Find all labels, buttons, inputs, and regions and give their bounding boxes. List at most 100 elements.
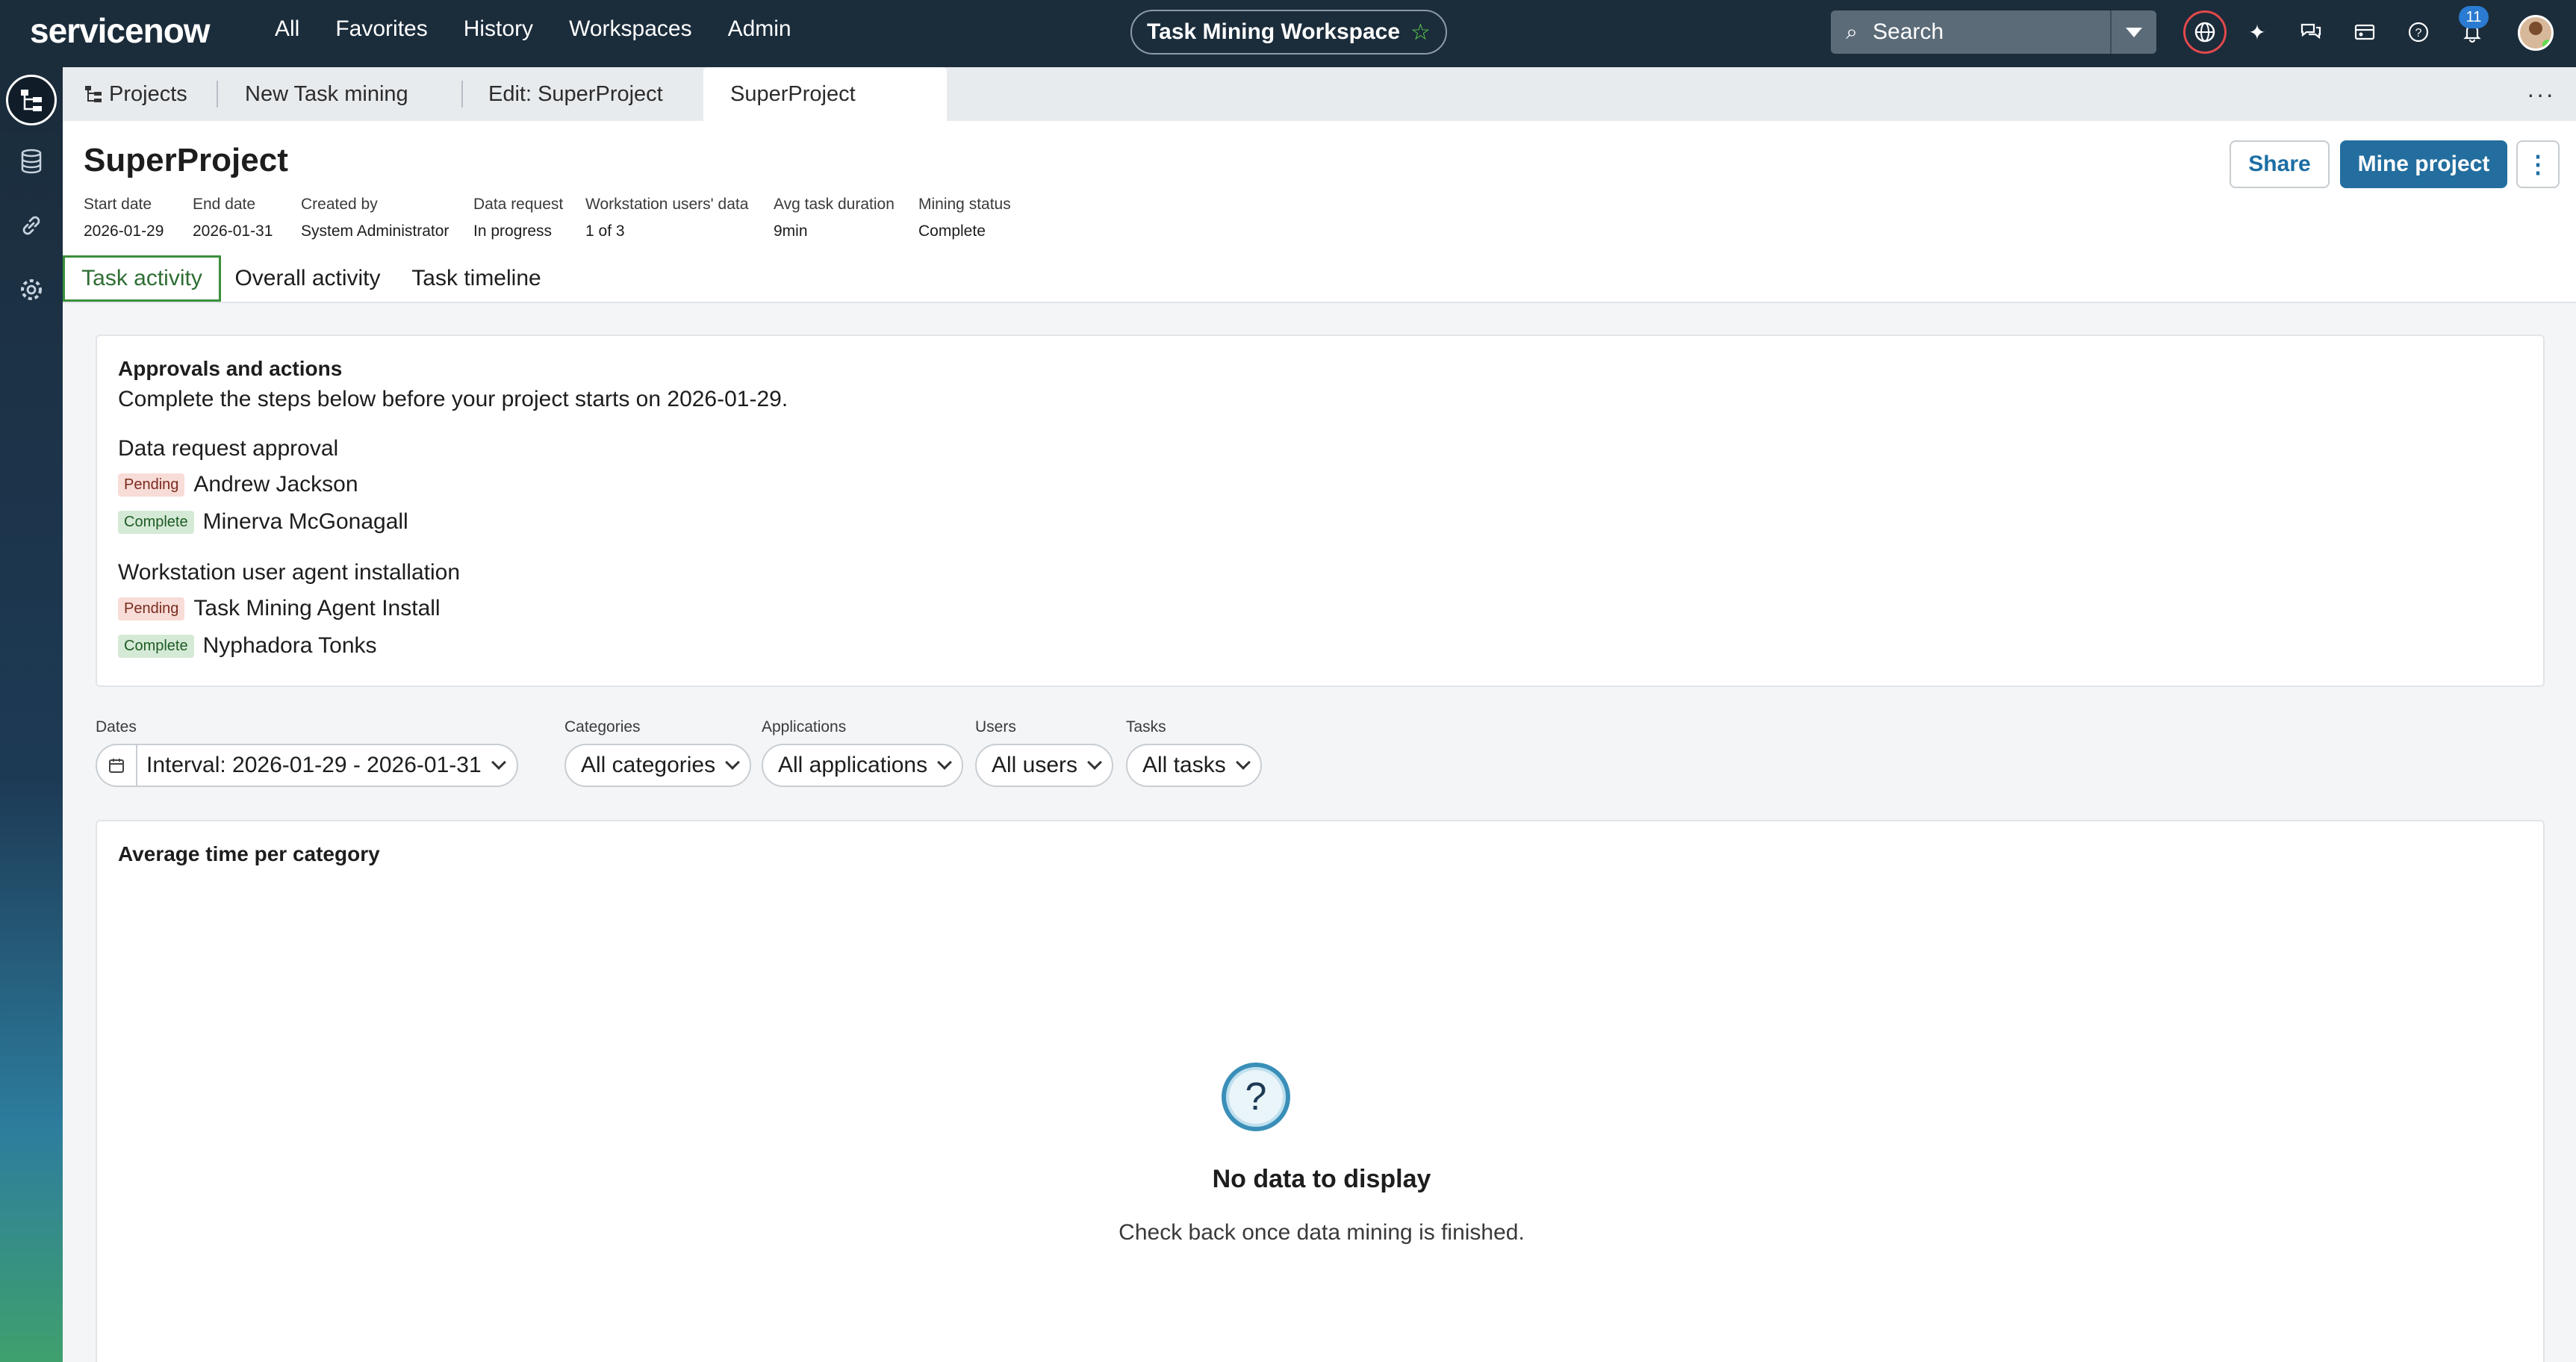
meta-workstation-users: Workstation users' data 1 of 3	[585, 196, 748, 240]
notification-count-badge: 11	[2459, 6, 2489, 28]
section-heading: Data request approval	[118, 436, 339, 461]
tab-overall-activity[interactable]: Overall activity	[230, 255, 385, 302]
tab-label: New Task mining	[245, 81, 408, 106]
menu-admin[interactable]: Admin	[728, 16, 791, 42]
menu-workspaces[interactable]: Workspaces	[569, 16, 692, 42]
chat-icon[interactable]	[2294, 15, 2328, 49]
tab-task-activity[interactable]: Task activity	[63, 255, 221, 302]
top-navigation: servicenow All Favorites History Workspa…	[0, 0, 2576, 67]
global-search[interactable]: ⌕ Search	[1831, 10, 2156, 54]
filter-users: Users All users	[975, 718, 1114, 787]
filter-tasks: Tasks All tasks	[1126, 718, 1262, 787]
meta-label: Avg task duration	[774, 196, 895, 213]
tab-task-timeline[interactable]: Task timeline	[403, 255, 550, 302]
meta-created-by: Created by System Administrator	[301, 196, 449, 240]
caret-down-icon	[2126, 27, 2142, 37]
share-button[interactable]: Share	[2230, 140, 2330, 188]
meta-value: System Administrator	[301, 223, 449, 240]
approvals-description: Complete the steps below before your pro…	[118, 387, 788, 411]
page-title: SuperProject	[84, 142, 288, 178]
meta-label: Mining status	[918, 196, 1011, 213]
select-value: All categories	[581, 753, 716, 777]
filter-dates: Dates Interval: 2026-01-29 - 2026-01-31	[96, 718, 518, 787]
filter-label: Dates	[96, 718, 137, 736]
workspace-title: Task Mining Workspace	[1147, 19, 1401, 44]
status-badge: Pending	[118, 473, 185, 497]
meta-value: 9min	[774, 223, 808, 240]
list-item: Complete Nyphadora Tonks	[118, 633, 377, 659]
applications-select[interactable]: All applications	[762, 744, 964, 787]
status-badge: Pending	[118, 597, 185, 621]
meta-label: Start date	[84, 196, 152, 213]
project-header: SuperProject Start date 2026-01-29 End d…	[63, 121, 2576, 303]
categories-select[interactable]: All categories	[564, 744, 752, 787]
favorite-star-icon[interactable]: ☆	[1410, 19, 1431, 46]
tab-superproject[interactable]: SuperProject	[703, 67, 947, 121]
tab-label: Projects	[109, 81, 187, 106]
workspace-tab-strip: Projects New Task mining Edit: SuperProj…	[63, 67, 2576, 121]
meta-label: Created by	[301, 196, 378, 213]
status-badge: Complete	[118, 510, 194, 534]
meta-label: End date	[193, 196, 256, 213]
menu-history[interactable]: History	[464, 16, 533, 42]
mine-project-button[interactable]: Mine project	[2340, 140, 2507, 188]
chevron-down-icon	[1087, 755, 1102, 770]
filter-label: Applications	[762, 718, 847, 736]
item-name: Andrew Jackson	[193, 472, 358, 497]
servicenow-logo[interactable]: servicenow	[30, 10, 211, 51]
meta-mining-status: Mining status Complete	[918, 196, 1011, 240]
chevron-down-icon	[725, 755, 740, 770]
link-icon[interactable]	[10, 205, 52, 246]
presence-dot	[2542, 40, 2551, 49]
list-item: Pending Andrew Jackson	[118, 472, 358, 497]
menu-all[interactable]: All	[275, 16, 299, 42]
tasks-select[interactable]: All tasks	[1126, 744, 1262, 787]
select-value: All applications	[778, 753, 928, 777]
meta-value: 2026-01-31	[193, 223, 273, 240]
help-icon[interactable]: ?	[2401, 15, 2436, 49]
sparkle-icon[interactable]: ✦	[2240, 15, 2274, 49]
filter-categories: Categories All categories	[564, 718, 752, 787]
meta-start-date: Start date 2026-01-29	[84, 196, 164, 240]
gear-icon[interactable]	[10, 269, 52, 311]
meta-label: Workstation users' data	[585, 196, 749, 213]
tab-edit-superproject[interactable]: Edit: SuperProject	[464, 67, 715, 121]
svg-text:?: ?	[2415, 27, 2422, 40]
globe-icon[interactable]	[2183, 10, 2227, 54]
item-name: Minerva McGonagall	[202, 509, 408, 534]
status-badge: Complete	[118, 634, 194, 658]
dates-select[interactable]: Interval: 2026-01-29 - 2026-01-31	[96, 744, 518, 787]
list-item: Pending Task Mining Agent Install	[118, 596, 441, 621]
question-icon: ?	[1222, 1063, 1290, 1131]
search-icon: ⌕	[1846, 19, 1858, 43]
select-value: Interval: 2026-01-29 - 2026-01-31	[146, 753, 482, 777]
more-tabs-icon[interactable]: ···	[2527, 81, 2555, 108]
tab-label: Edit: SuperProject	[488, 81, 663, 106]
card-icon[interactable]	[2348, 15, 2382, 49]
empty-state-text: Check back once data mining is finished.	[1119, 1220, 1525, 1245]
left-rail	[0, 67, 63, 1362]
list-item: Complete Minerva McGonagall	[118, 509, 408, 535]
tab-projects[interactable]: Projects	[72, 67, 218, 121]
workspace-title-pill[interactable]: Task Mining Workspace ☆	[1130, 10, 1447, 55]
hierarchy-icon[interactable]	[6, 75, 57, 125]
approvals-card: Approvals and actions Complete the steps…	[96, 335, 2545, 687]
search-scope-dropdown[interactable]	[2110, 10, 2156, 54]
search-input[interactable]: Search	[1873, 19, 2110, 45]
filter-applications: Applications All applications	[762, 718, 964, 787]
meta-data-request: Data request In progress	[473, 196, 563, 240]
tab-new-task-mining[interactable]: New Task mining	[223, 67, 463, 121]
filter-label: Categories	[564, 718, 641, 736]
main-menu: All Favorites History Workspaces Admin	[275, 16, 827, 42]
meta-label: Data request	[473, 196, 564, 213]
filter-label: Users	[975, 718, 1016, 736]
calendar-icon[interactable]	[97, 745, 137, 786]
approvals-title: Approvals and actions	[118, 357, 343, 380]
menu-favorites[interactable]: Favorites	[335, 16, 427, 42]
more-actions-icon[interactable]: ⋮	[2516, 140, 2560, 188]
database-icon[interactable]	[10, 140, 52, 182]
users-select[interactable]: All users	[975, 744, 1114, 787]
avatar[interactable]	[2518, 15, 2554, 51]
chevron-down-icon	[937, 755, 953, 770]
hierarchy-icon	[85, 86, 102, 102]
